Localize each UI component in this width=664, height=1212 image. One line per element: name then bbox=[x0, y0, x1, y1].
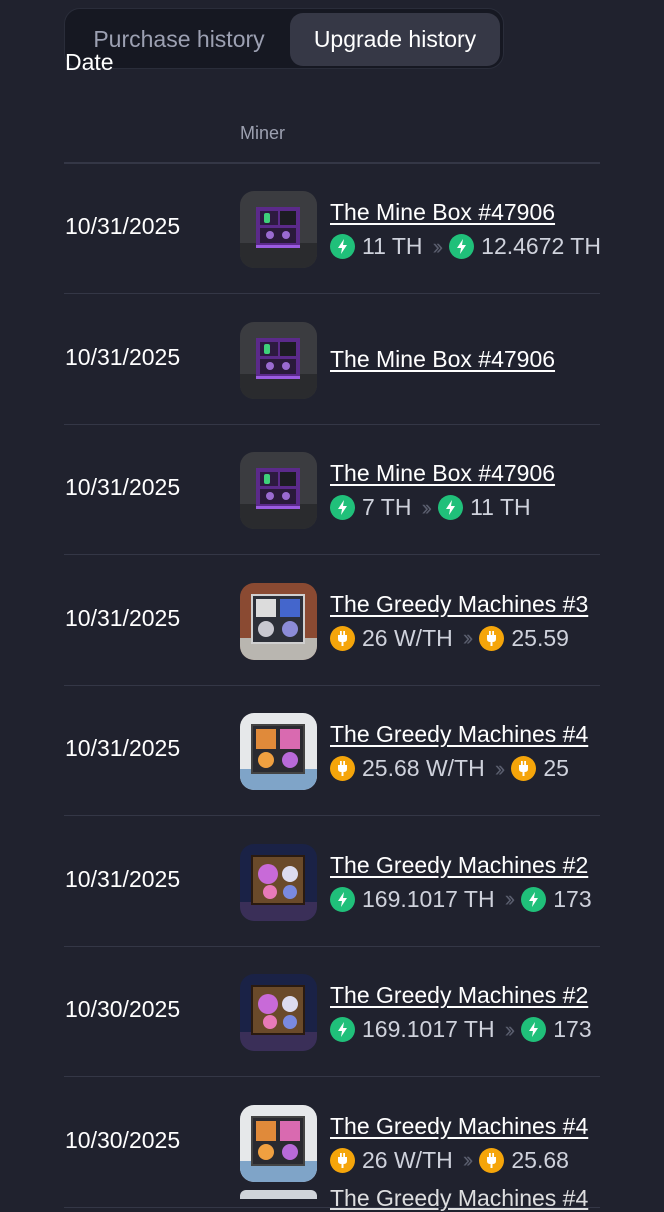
miner-thumbnail bbox=[240, 1104, 317, 1182]
miner-thumbnail bbox=[240, 582, 317, 660]
miner-name-link[interactable]: The Greedy Machines #4 bbox=[330, 1113, 588, 1140]
double-chevron-right-icon: ›› bbox=[494, 755, 505, 781]
value-after: 12.4672 TH bbox=[481, 233, 600, 260]
upgrade-change: 169.1017 TH ›› 173 bbox=[330, 1015, 600, 1045]
miner-name-link[interactable]: The Greedy Machines #4 bbox=[330, 721, 588, 748]
bolt-icon bbox=[330, 886, 355, 912]
upgrade-change: 169.1017 TH ›› 173 bbox=[330, 885, 600, 915]
table-row: 10/31/2025 The Mine Box #47906 7 TH ›› 11 TH bbox=[0, 425, 664, 555]
row-date: 10/31/2025 bbox=[65, 735, 181, 761]
upgrade-change: 26 W/TH ›› 25.68 bbox=[330, 1146, 600, 1176]
table-row: 10/31/2025 The Greedy Machines #3 26 W/TH ›… bbox=[0, 556, 664, 686]
table-row: 10/31/2025 The Greedy Machines #4 25.68 W/… bbox=[0, 686, 664, 816]
plug-icon bbox=[479, 1147, 505, 1173]
value-before: 169.1017 TH bbox=[362, 1016, 495, 1043]
miner-name-link[interactable]: The Mine Box #47906 bbox=[330, 460, 555, 487]
plug-icon bbox=[511, 756, 537, 782]
value-before: 26 W/TH bbox=[362, 624, 453, 651]
bolt-icon bbox=[521, 1017, 547, 1043]
bolt-icon bbox=[438, 495, 464, 521]
miner-name-link[interactable]: The Greedy Machines #2 bbox=[330, 852, 588, 879]
bolt-icon bbox=[330, 1017, 355, 1043]
double-chevron-right-icon: ›› bbox=[504, 886, 515, 912]
column-header-miner: Miner bbox=[240, 123, 286, 143]
row-date: 10/30/2025 bbox=[65, 996, 181, 1022]
double-chevron-right-icon: ›› bbox=[432, 233, 443, 259]
miner-thumbnail bbox=[240, 321, 317, 399]
table-row: 10/31/2025 The Greedy Machines #2 169.1017… bbox=[0, 817, 664, 947]
upgrade-change: 25.68 W/TH ›› 25 bbox=[330, 754, 600, 784]
double-chevron-right-icon: ›› bbox=[504, 1016, 515, 1042]
value-before: 11 TH bbox=[362, 233, 423, 260]
plug-icon bbox=[330, 756, 355, 782]
history-tab-switcher: Purchase history Upgrade history bbox=[64, 8, 504, 69]
bolt-icon bbox=[449, 234, 475, 260]
miner-thumbnail bbox=[240, 1190, 317, 1199]
value-before: 25.68 W/TH bbox=[362, 755, 485, 782]
value-after: 173 bbox=[553, 1016, 592, 1043]
table-row: 10/31/2025 The Mine Box #47906 11 TH ›› 12.4… bbox=[0, 164, 664, 294]
row-date: 10/31/2025 bbox=[65, 343, 181, 370]
tab-upgrade-history[interactable]: Upgrade history bbox=[290, 13, 500, 66]
column-header-date: Date bbox=[65, 49, 114, 75]
double-chevron-right-icon: ›› bbox=[421, 494, 431, 520]
row-date: 10/31/2025 bbox=[65, 474, 181, 500]
row-date: 10/31/2025 bbox=[65, 865, 181, 892]
upgrade-change: 7 TH ›› 11 TH bbox=[330, 493, 600, 523]
miner-thumbnail bbox=[240, 191, 317, 268]
value-after: 173 bbox=[553, 885, 592, 912]
value-before: 26 W/TH bbox=[362, 1146, 453, 1173]
value-after: 25 bbox=[543, 755, 569, 782]
value-before: 7 TH bbox=[362, 494, 412, 521]
row-date: 10/30/2025 bbox=[65, 1126, 181, 1153]
double-chevron-right-icon: ›› bbox=[462, 625, 473, 651]
miner-name-link[interactable]: The Mine Box #47906 bbox=[330, 346, 555, 373]
miner-thumbnail bbox=[240, 713, 317, 790]
upgrade-change: 26 W/TH ›› 25.59 bbox=[330, 624, 600, 654]
plug-icon bbox=[330, 625, 355, 651]
plug-icon bbox=[330, 1147, 355, 1173]
value-after: 11 TH bbox=[470, 494, 531, 521]
value-before: 169.1017 TH bbox=[362, 885, 495, 912]
miner-thumbnail bbox=[240, 452, 317, 529]
miner-name-link[interactable]: The Greedy Machines #3 bbox=[330, 591, 588, 618]
value-after: 25.68 bbox=[511, 1146, 569, 1173]
bolt-icon bbox=[330, 234, 355, 260]
miner-name-link[interactable]: The Greedy Machines #2 bbox=[330, 982, 588, 1009]
row-date: 10/31/2025 bbox=[65, 213, 181, 239]
table-row: 10/30/2025 The Greedy Machines #2 169.1017… bbox=[0, 947, 664, 1077]
plug-icon bbox=[479, 625, 505, 651]
miner-thumbnail bbox=[240, 843, 317, 921]
miner-thumbnail bbox=[240, 974, 317, 1051]
table-row: 10/31/2025 The Mine Box #47906 bbox=[0, 295, 664, 425]
double-chevron-right-icon: ›› bbox=[462, 1147, 473, 1173]
value-after: 25.59 bbox=[511, 624, 569, 651]
bolt-icon bbox=[521, 886, 547, 912]
upgrade-change: 11 TH ›› 12.4672 TH bbox=[330, 232, 600, 262]
miner-name-link[interactable]: The Mine Box #47906 bbox=[330, 199, 555, 226]
row-date: 10/31/2025 bbox=[65, 604, 181, 631]
bolt-icon bbox=[330, 495, 355, 521]
